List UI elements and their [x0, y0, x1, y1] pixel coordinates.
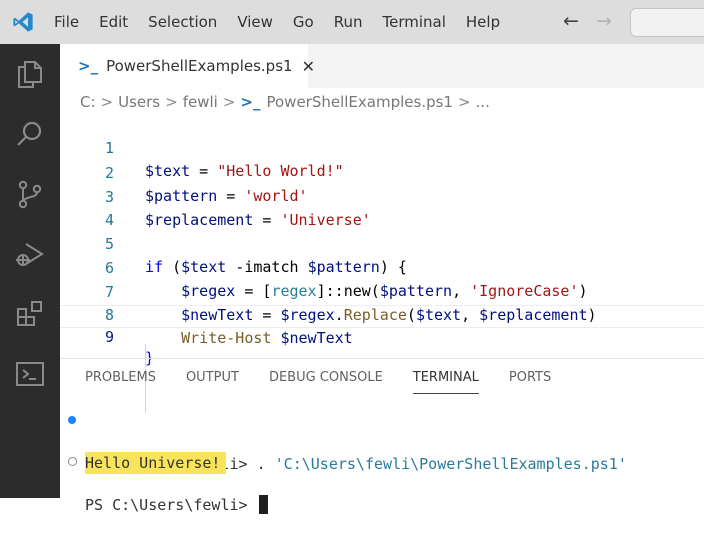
breadcrumb-user[interactable]: fewli: [183, 93, 218, 111]
command-pending-dot-icon: [68, 457, 77, 466]
run-debug-icon[interactable]: [14, 238, 46, 270]
chevron-right-icon: >: [457, 93, 471, 111]
menu-bar: File Edit Selection View Go Run Terminal…: [54, 0, 520, 44]
tab-problems[interactable]: PROBLEMS: [85, 370, 156, 394]
extensions-icon[interactable]: [14, 298, 46, 330]
code-line-7: 7 $newText = $regex.Replace($text, $repl…: [60, 258, 704, 324]
command-success-dot-icon[interactable]: [68, 416, 76, 424]
code-line-8: 8 Write-Host $newText: [60, 281, 704, 347]
menu-help[interactable]: Help: [466, 13, 500, 31]
tab-output[interactable]: OUTPUT: [186, 370, 239, 394]
powershell-file-icon: >_: [240, 93, 261, 111]
tab-debug-console[interactable]: DEBUG CONSOLE: [269, 370, 383, 394]
code-line-2: 2 $pattern = 'world': [60, 139, 704, 205]
terminal[interactable]: PS C:\Users\fewli> . 'C:\Users\fewli\Pow…: [60, 404, 704, 514]
code-editor[interactable]: 1 $text = "Hello World!" 2 $pattern = 'w…: [60, 114, 704, 413]
tab-terminal[interactable]: TERMINAL: [412, 370, 479, 394]
search-icon[interactable]: [14, 118, 46, 150]
code-line-3: 3 $replacement = 'Universe': [60, 163, 704, 229]
code-line-6: 6 $regex = [regex]::new($pattern, 'Ignor…: [60, 234, 704, 300]
menu-view[interactable]: View: [237, 13, 273, 31]
menu-run[interactable]: Run: [334, 13, 363, 31]
tab-ports[interactable]: PORTS: [509, 370, 551, 394]
menu-terminal[interactable]: Terminal: [383, 13, 446, 31]
panel-divider: [60, 358, 704, 359]
breadcrumb-drive[interactable]: C:: [80, 93, 96, 111]
code-line-5: 5 if ($text -imatch $pattern) {: [60, 210, 704, 276]
title-bar: File Edit Selection View Go Run Terminal…: [0, 0, 704, 44]
close-icon[interactable]: ✕: [302, 57, 315, 76]
breadcrumb-more[interactable]: ...: [476, 93, 490, 111]
explorer-icon[interactable]: [14, 58, 46, 90]
breadcrumb: C: > Users > fewli > >_ PowerShellExampl…: [80, 92, 490, 112]
terminal-line-output: Hello Universe!: [60, 430, 227, 474]
menu-selection[interactable]: Selection: [148, 13, 217, 31]
tab-label: PowerShellExamples.ps1: [106, 57, 293, 75]
token-function: Write-Host: [181, 329, 272, 347]
code-line-9: 9 }: [60, 305, 704, 367]
chevron-right-icon: >: [100, 93, 114, 111]
token-variable: $newText: [280, 329, 353, 347]
editor-tab-bar: >_ PowerShellExamples.ps1 ✕: [60, 44, 704, 88]
tab-powershellexamples[interactable]: >_ PowerShellExamples.ps1 ✕: [60, 44, 315, 88]
menu-file[interactable]: File: [54, 13, 79, 31]
terminal-line-prompt: PS C:\Users\fewli>: [60, 450, 704, 514]
menu-edit[interactable]: Edit: [99, 13, 128, 31]
code-line-4: 4: [60, 186, 704, 229]
source-control-icon[interactable]: [14, 178, 46, 210]
code-line-1: 1 $text = "Hello World!": [60, 114, 704, 180]
panel-tabs: PROBLEMS OUTPUT DEBUG CONSOLE TERMINAL P…: [85, 370, 581, 394]
activity-bar: [0, 44, 60, 498]
menu-go[interactable]: Go: [293, 13, 314, 31]
breadcrumb-users[interactable]: Users: [118, 93, 160, 111]
terminal-line-command: PS C:\Users\fewli> . 'C:\Users\fewli\Pow…: [60, 409, 704, 473]
forward-arrow-icon[interactable]: →: [594, 10, 614, 32]
chevron-right-icon: >: [222, 93, 236, 111]
chevron-right-icon: >: [165, 93, 178, 111]
terminal-prompt: PS C:\Users\fewli>: [85, 496, 257, 514]
command-center-search[interactable]: [630, 8, 704, 37]
terminal-view-icon[interactable]: [14, 358, 46, 390]
powershell-file-icon: >_: [78, 57, 99, 75]
line-number: 9: [104, 328, 114, 346]
vscode-logo[interactable]: [12, 11, 34, 33]
breadcrumb-file[interactable]: PowerShellExamples.ps1: [266, 93, 452, 111]
back-arrow-icon[interactable]: ←: [561, 10, 581, 32]
